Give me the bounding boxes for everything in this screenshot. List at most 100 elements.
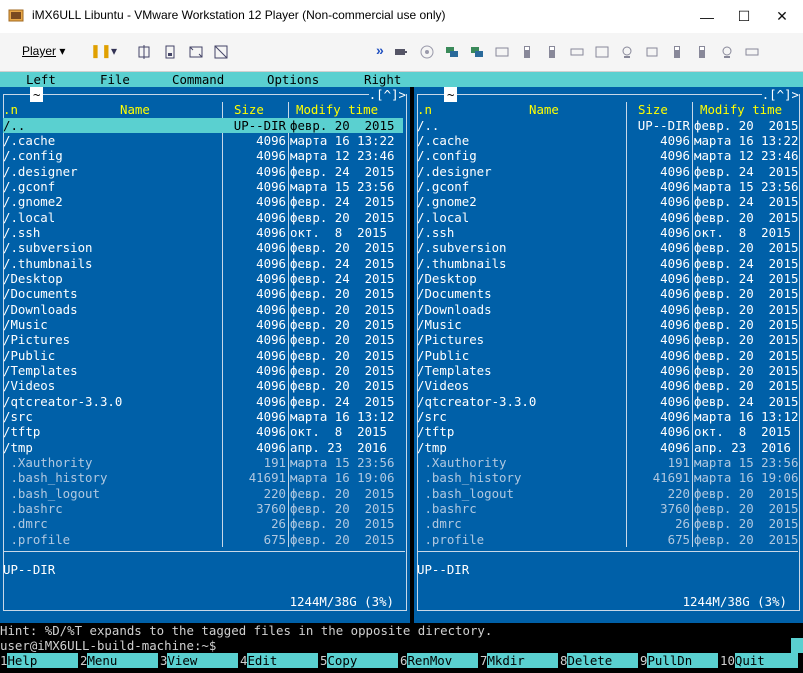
file-row[interactable]: /.designer 4096 февр. 24 2015: [417, 164, 798, 179]
player-menu-button[interactable]: Player ▾: [22, 44, 65, 58]
file-row[interactable]: /.gnome2 4096 февр. 24 2015: [3, 194, 403, 209]
file-row[interactable]: /.thumbnails 4096 февр. 24 2015: [417, 256, 798, 271]
file-row[interactable]: /Public 4096 февр. 20 2015: [417, 348, 798, 363]
file-row[interactable]: /tftp 4096 окт. 8 2015: [417, 424, 796, 439]
menu-right[interactable]: Right: [364, 72, 401, 87]
fullscreen-icon[interactable]: [189, 45, 203, 59]
usb-device-icon-1[interactable]: [520, 45, 534, 59]
file-row[interactable]: /Videos 4096 февр. 20 2015: [3, 378, 403, 393]
file-row[interactable]: /.local 4096 февр. 20 2015: [417, 210, 798, 225]
menu-options[interactable]: Options: [267, 72, 319, 87]
fkey-menu-button[interactable]: 2Menu: [80, 653, 160, 669]
fkey-copy-button[interactable]: 5Copy: [320, 653, 400, 669]
fkey-mkdir-button[interactable]: 7Mkdir: [480, 653, 560, 669]
usb-device-icon-5[interactable]: [670, 45, 684, 59]
right-panel-col-name[interactable]: Name: [529, 102, 559, 117]
file-row[interactable]: /Music 4096 февр. 20 2015: [417, 317, 798, 332]
shell-prompt[interactable]: user@iMX6ULL-build-machine:~$: [0, 638, 803, 653]
file-row[interactable]: /Desktop 4096 февр. 24 2015: [417, 271, 798, 286]
network-icon-2[interactable]: [470, 45, 484, 59]
cdrom-icon[interactable]: [420, 45, 434, 59]
file-row[interactable]: /Downloads 4096 февр. 20 2015: [417, 302, 798, 317]
file-row[interactable]: /.ssh 4096 окт. 8 2015: [417, 225, 796, 240]
file-row[interactable]: .bash_history 41691 марта 16 19:06: [417, 470, 798, 485]
fkey-renmov-button[interactable]: 6RenMov: [400, 653, 480, 669]
file-row[interactable]: /Documents 4096 февр. 20 2015: [417, 286, 798, 301]
removable-devices-icon[interactable]: [163, 45, 177, 59]
bluetooth-icon[interactable]: [645, 45, 659, 59]
file-row[interactable]: /.designer 4096 февр. 24 2015: [3, 164, 403, 179]
file-row[interactable]: .bash_history 41691 марта 16 19:06: [3, 470, 403, 485]
file-row[interactable]: /qtcreator-3.3.0 4096 февр. 24 2015: [3, 394, 403, 409]
left-panel-col-size[interactable]: Size: [234, 102, 264, 117]
file-row[interactable]: /.local 4096 февр. 20 2015: [3, 210, 403, 225]
pause-icon[interactable]: ❚❚: [90, 43, 112, 59]
right-panel-col-mtime[interactable]: Modify time: [700, 102, 782, 117]
usb-device-icon-3[interactable]: [570, 45, 584, 59]
menu-file[interactable]: File: [100, 72, 130, 87]
usb-device-icon-4[interactable]: [595, 45, 609, 59]
printer-icon[interactable]: [495, 45, 509, 59]
file-row[interactable]: /Desktop 4096 февр. 24 2015: [3, 271, 403, 286]
fkey-help-button[interactable]: 1Help: [0, 653, 80, 669]
left-panel[interactable]: ~ .[^]> .n Name Size Modify time/.. UP--DIR фев…: [0, 87, 410, 623]
file-row[interactable]: .bash_logout 220 февр. 20 2015: [417, 486, 798, 501]
file-row[interactable]: /src 4096 марта 16 13:12: [3, 409, 403, 424]
ctrl-alt-del-icon[interactable]: [137, 45, 151, 59]
file-row[interactable]: /qtcreator-3.3.0 4096 февр. 24 2015: [417, 394, 798, 409]
fkey-view-button[interactable]: 3View: [160, 653, 240, 669]
close-button[interactable]: ✕: [760, 0, 803, 33]
file-row[interactable]: /Templates 4096 февр. 20 2015: [417, 363, 798, 378]
file-row[interactable]: /.gnome2 4096 февр. 24 2015: [417, 194, 798, 209]
fkey-delete-button[interactable]: 8Delete: [560, 653, 640, 669]
network-icon-1[interactable]: [445, 45, 459, 59]
terminal-screen[interactable]: Left File Command Options Right ~ .[^]> .n…: [0, 72, 803, 673]
webcam-icon[interactable]: [720, 45, 734, 59]
file-row[interactable]: /.config 4096 марта 12 23:46: [417, 148, 798, 163]
left-panel-col-mtime[interactable]: Modify time: [296, 102, 378, 117]
more-icon[interactable]: »: [376, 42, 384, 58]
file-row[interactable]: .dmrc 26 февр. 20 2015: [417, 516, 798, 531]
file-row[interactable]: /Videos 4096 февр. 20 2015: [417, 378, 798, 393]
file-row[interactable]: /Documents 4096 февр. 20 2015: [3, 286, 403, 301]
fkey-pulldn-button[interactable]: 9PullDn: [640, 653, 720, 669]
file-row[interactable]: .profile 675 февр. 20 2015: [417, 532, 798, 547]
file-row[interactable]: .bashrc 3760 февр. 20 2015: [3, 501, 403, 516]
sound-card-icon[interactable]: [745, 45, 759, 59]
file-row[interactable]: /tmp 4096 апр. 23 2016: [3, 440, 403, 455]
fkey-edit-button[interactable]: 4Edit: [240, 653, 320, 669]
menu-left[interactable]: Left: [26, 72, 56, 87]
file-row[interactable]: .bash_logout 220 февр. 20 2015: [3, 486, 403, 501]
left-panel-top-right[interactable]: .[^]>: [368, 87, 406, 103]
file-row[interactable]: /src 4096 марта 16 13:12: [417, 409, 798, 424]
right-panel[interactable]: ~ .[^]> .n Name Size Modify time/.. UP--DIR фев…: [414, 87, 803, 623]
file-row[interactable]: .bashrc 3760 февр. 20 2015: [417, 501, 798, 516]
unity-icon[interactable]: [214, 45, 228, 59]
file-row[interactable]: /.gconf 4096 марта 15 23:56: [417, 179, 798, 194]
file-row[interactable]: /tmp 4096 апр. 23 2016: [417, 440, 796, 455]
file-row[interactable]: /Music 4096 февр. 20 2015: [3, 317, 403, 332]
file-row[interactable]: /.subversion 4096 февр. 20 2015: [417, 240, 798, 255]
file-row[interactable]: /Pictures 4096 февр. 20 2015: [3, 332, 403, 347]
file-row[interactable]: /.cache 4096 марта 16 13:22: [417, 133, 798, 148]
file-row[interactable]: /.ssh 4096 окт. 8 2015: [3, 225, 403, 240]
menu-command[interactable]: Command: [172, 72, 224, 87]
usb-device-icon-6[interactable]: [695, 45, 709, 59]
file-row[interactable]: /.cache 4096 марта 16 13:22: [3, 133, 403, 148]
file-row[interactable]: /.. UP--DIR февр. 20 2015: [3, 117, 403, 133]
file-row[interactable]: /Templates 4096 февр. 20 2015: [3, 363, 403, 378]
usb-device-icon-2[interactable]: [545, 45, 559, 59]
file-row[interactable]: /.gconf 4096 марта 15 23:56: [3, 179, 403, 194]
pause-dropdown-icon[interactable]: ▾: [111, 44, 117, 58]
file-row[interactable]: /.thumbnails 4096 февр. 24 2015: [3, 256, 403, 271]
right-panel-col-size[interactable]: Size: [638, 102, 668, 117]
file-row[interactable]: /.. UP--DIR февр. 20 2015: [417, 118, 798, 133]
camera-icon[interactable]: [620, 45, 634, 59]
file-row[interactable]: /.subversion 4096 февр. 20 2015: [3, 240, 403, 255]
file-row[interactable]: .Xauthority 191 марта 15 23:56: [3, 455, 403, 470]
file-row[interactable]: /tftp 4096 окт. 8 2015: [3, 424, 403, 439]
file-row[interactable]: .dmrc 26 февр. 20 2015: [3, 516, 403, 531]
fkey-quit-button[interactable]: 10Quit: [720, 653, 800, 669]
file-row[interactable]: .Xauthority 191 марта 15 23:56: [417, 455, 798, 470]
right-panel-top-right[interactable]: .[^]>: [761, 87, 799, 103]
